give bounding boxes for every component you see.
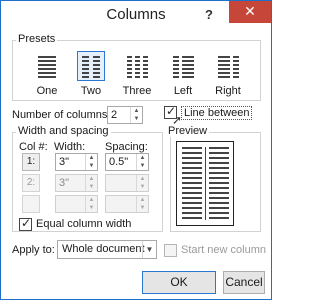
columns-dialog: Columns ? ✕ Presets One Two Three Left R… — [0, 0, 272, 300]
preview-label: Preview — [166, 125, 210, 137]
preset-three-label: Three — [122, 85, 152, 97]
equal-column-width-label[interactable]: Equal column width — [36, 218, 131, 230]
spin-up-icon[interactable]: ▲ — [86, 154, 97, 162]
chevron-down-icon[interactable]: ▼ — [142, 241, 156, 258]
spin-up-icon[interactable]: ▲ — [131, 107, 142, 115]
col-1-spacing-value: 0.5" — [109, 156, 129, 168]
preset-one-icon — [33, 51, 61, 81]
preset-three-icon — [123, 51, 151, 81]
spin-up-icon: ▲ — [139, 176, 146, 182]
preset-one-label: One — [36, 85, 58, 97]
spacing-header: Spacing: — [105, 141, 148, 153]
width-spacing-label: Width and spacing — [16, 125, 111, 137]
spin-down-icon: ▼ — [88, 184, 95, 190]
cancel-button[interactable]: Cancel — [223, 271, 265, 294]
col-2-button: 2: — [22, 174, 40, 192]
col-header: Col #: — [19, 141, 48, 153]
presets-label: Presets — [16, 33, 58, 45]
col-1-button[interactable]: 1: — [22, 153, 40, 171]
col-1-spacing-spinner[interactable]: 0.5" ▲ ▼ — [105, 153, 149, 171]
spin-down-icon[interactable]: ▼ — [131, 115, 142, 123]
preset-two-label: Two — [80, 85, 102, 97]
preview-page — [176, 141, 234, 226]
apply-to-value: Whole document — [62, 243, 145, 255]
help-button[interactable]: ? — [197, 3, 221, 27]
preset-left-label: Left — [173, 85, 193, 97]
spin-down-icon: ▼ — [139, 184, 146, 190]
line-between-label[interactable]: Line between — [181, 106, 253, 120]
width-header: Width: — [54, 141, 86, 153]
col-2-spacing-spinner: ▲ ▼ — [105, 174, 149, 192]
start-new-column-label: Start new column — [181, 244, 266, 256]
start-new-column-checkbox — [164, 244, 177, 257]
spin-down-icon: ▼ — [139, 205, 146, 211]
spin-down-icon[interactable]: ▼ — [86, 162, 97, 170]
col-3-button — [22, 195, 40, 213]
apply-to-label: Apply to: — [12, 244, 55, 256]
spin-down-icon: ▼ — [88, 205, 95, 211]
spin-up-icon: ▲ — [88, 176, 95, 182]
title-bar: Columns ? ✕ — [1, 1, 271, 32]
col-1-width-spinner[interactable]: 3" ▲ ▼ — [55, 153, 98, 171]
col-3-spacing-spinner: ▲ ▼ — [105, 195, 149, 213]
spin-up-icon: ▲ — [88, 197, 95, 203]
apply-to-select[interactable]: Whole document ▼ — [57, 240, 157, 259]
preset-two-icon — [77, 51, 105, 81]
preset-right-icon — [214, 51, 242, 81]
preview-divider-line — [205, 147, 206, 220]
spin-up-icon[interactable]: ▲ — [137, 154, 148, 162]
col-1-width-value: 3" — [59, 156, 70, 168]
close-button[interactable]: ✕ — [229, 1, 271, 23]
preset-left-icon — [169, 51, 197, 81]
col-2-width-spinner: 3" ▲ ▼ — [55, 174, 98, 192]
number-of-columns-label: Number of columns: — [12, 109, 111, 121]
ok-button[interactable]: OK — [142, 271, 216, 294]
number-of-columns-value: 2 — [111, 109, 118, 121]
equal-column-width-checkbox[interactable] — [19, 216, 32, 231]
number-of-columns-spinner[interactable]: 2 ▲ ▼ — [107, 106, 143, 124]
col-2-width-value: 3" — [59, 177, 70, 189]
spin-down-icon[interactable]: ▼ — [137, 162, 148, 170]
col-3-width-spinner: ▲ ▼ — [55, 195, 98, 213]
preset-right-label: Right — [215, 85, 241, 97]
spin-up-icon: ▲ — [139, 197, 146, 203]
spinner-arrows[interactable]: ▲ ▼ — [130, 107, 142, 123]
